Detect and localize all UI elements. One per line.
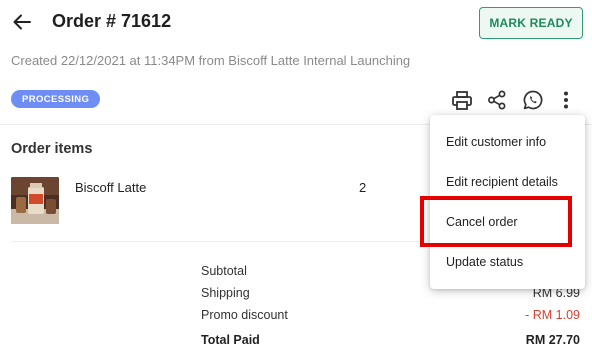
item-quantity: 2 (359, 180, 367, 195)
print-button[interactable] (451, 89, 473, 111)
mark-ready-button[interactable]: MARK READY (479, 7, 583, 39)
total-paid-value: RM 27.70 (525, 333, 580, 347)
total-paid-label: Total Paid (201, 333, 260, 347)
order-items-title: Order items (11, 141, 93, 157)
back-button[interactable] (10, 10, 34, 34)
share-button[interactable] (486, 89, 508, 111)
cancel-order-highlight (420, 196, 572, 247)
more-vertical-icon (564, 91, 568, 109)
menu-item-update-status[interactable]: Update status (446, 255, 523, 269)
order-created-text: Created 22/12/2021 at 11:34PM from Bisco… (11, 53, 411, 68)
status-badge: PROCESSING (11, 90, 101, 108)
item-name: Biscoff Latte (75, 180, 147, 195)
subtotal-label: Subtotal (201, 264, 247, 278)
menu-item-edit-recipient-details[interactable]: Edit recipient details (446, 175, 558, 189)
page-title: Order # 71612 (52, 11, 172, 31)
promo-discount-label: Promo discount (201, 308, 288, 322)
more-options-button[interactable] (555, 89, 577, 111)
order-header: Order # 71612 MARK READY (0, 0, 592, 46)
menu-item-edit-customer-info[interactable]: Edit customer info (446, 135, 546, 149)
printer-icon (452, 90, 472, 110)
shipping-label: Shipping (201, 286, 250, 300)
arrow-left-icon (13, 14, 31, 30)
promo-discount-value: - RM 1.09 (525, 308, 580, 322)
product-thumbnail (11, 177, 59, 224)
whatsapp-icon (523, 90, 543, 110)
whatsapp-button[interactable] (522, 89, 544, 111)
share-icon (488, 90, 506, 110)
